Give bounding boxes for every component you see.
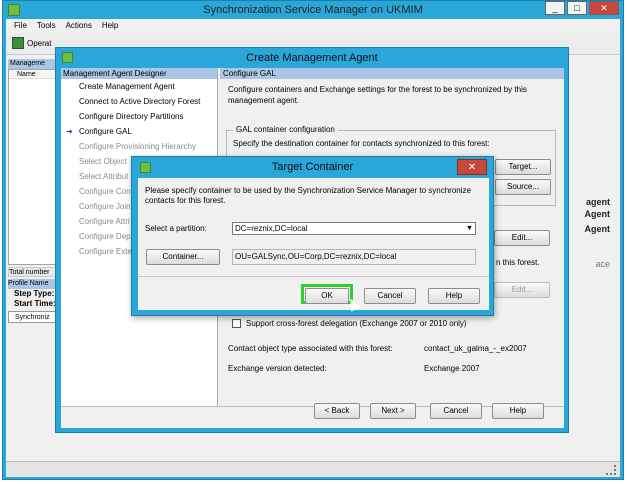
nav-item-label: Select Attribut: [79, 172, 129, 181]
cross-forest-checkbox[interactable]: [232, 319, 241, 328]
edit-button-1[interactable]: Edit...: [494, 230, 550, 246]
nav-item-label: Configure GAL: [79, 127, 132, 136]
target-dialog-icon: [140, 162, 151, 173]
ok-button[interactable]: OK: [305, 288, 349, 304]
minimize-button[interactable]: _: [545, 1, 565, 15]
menu-actions[interactable]: Actions: [66, 19, 92, 33]
gal-container-group-title: GAL container configuration: [233, 125, 338, 134]
next-button[interactable]: Next >: [370, 403, 416, 419]
nav-item-label: Configure Provisioning Hierarchy: [79, 142, 196, 151]
nav-item-configure-gal[interactable]: ➜ Configure GAL: [61, 124, 217, 139]
container-field: OU=GALSync,OU=Corp,DC=reznix,DC=local: [232, 249, 476, 265]
maximize-button[interactable]: □: [567, 1, 587, 15]
menu-tools[interactable]: Tools: [37, 19, 56, 33]
menu-bar: File Tools Actions Help: [6, 19, 620, 33]
chevron-down-icon[interactable]: ▼: [465, 224, 474, 233]
operations-button[interactable]: Operat: [12, 37, 51, 49]
menu-file[interactable]: File: [14, 19, 27, 33]
nav-item-label: Configure Join: [79, 202, 131, 211]
close-icon[interactable]: ✕: [457, 159, 487, 175]
contact-type-label: Contact object type associated with this…: [228, 344, 393, 353]
partition-value: DC=reznix,DC=local: [235, 224, 308, 233]
cma-dialog-icon: [62, 52, 73, 63]
operations-icon: [12, 37, 24, 49]
back-button[interactable]: < Back: [314, 403, 360, 419]
exchange-version-value: Exchange 2007: [424, 364, 480, 373]
nav-item-connect-ad[interactable]: Connect to Active Directory Forest: [61, 94, 217, 109]
target-cancel-button[interactable]: Cancel: [364, 288, 416, 304]
cancel-button[interactable]: Cancel: [430, 403, 482, 419]
gal-container-instructions: Specify the destination container for co…: [233, 139, 490, 148]
bg-ace-text: ace: [595, 259, 610, 269]
configure-gal-description: Configure containers and Exchange settin…: [228, 85, 527, 105]
main-window-title: Synchronization Service Manager on UKMIM: [203, 4, 423, 16]
nav-item-provisioning-hierarchy: Configure Provisioning Hierarchy: [61, 139, 217, 154]
resize-grip[interactable]: [606, 465, 616, 475]
target-button[interactable]: Target...: [495, 159, 551, 175]
partition-label: Select a partition:: [145, 224, 207, 233]
cma-dialog-title: Create Management Agent: [246, 52, 378, 64]
operations-label: Operat: [27, 38, 52, 48]
cross-forest-label: Support cross-forest delegation (Exchang…: [246, 319, 467, 328]
configure-gal-header: Configure GAL: [220, 68, 564, 79]
partial-forest-text: n this forest.: [496, 258, 540, 267]
mouse-cursor-icon: [345, 296, 361, 312]
current-step-arrow-icon: ➜: [66, 127, 73, 136]
bg-agent-text: agent: [585, 197, 610, 207]
target-instructions: Please specify container to be used by t…: [145, 186, 471, 205]
source-button[interactable]: Source...: [495, 179, 551, 195]
nav-item-label: Configure Attri: [79, 217, 130, 226]
button-row-separator: [61, 406, 564, 407]
contact-type-value: contact_uk_galma_-_ex2007: [424, 344, 527, 353]
nav-item-label: Connect to Active Directory Forest: [79, 97, 201, 106]
target-container-dialog: Target Container ✕ Please specify contai…: [131, 156, 494, 316]
nav-item-label: Configure Conn: [79, 187, 136, 196]
nav-item-directory-partitions[interactable]: Configure Directory Partitions: [61, 109, 217, 124]
window-controls: _ □ ✕: [545, 1, 619, 15]
partition-select[interactable]: DC=reznix,DC=local ▼: [232, 222, 476, 235]
target-dialog-body: Please specify container to be used by t…: [138, 178, 489, 312]
menu-help[interactable]: Help: [102, 19, 118, 33]
nav-item-label: Configure Directory Partitions: [79, 112, 184, 121]
container-button[interactable]: Container...: [146, 249, 220, 265]
nav-item-label: Create Management Agent: [79, 82, 175, 91]
close-button[interactable]: ✕: [589, 1, 619, 15]
exchange-version-label: Exchange version detected:: [228, 364, 327, 373]
nav-item-label: Configure Depr: [79, 232, 134, 241]
bg-agent-text-3: Agent: [584, 224, 611, 234]
status-bar: [6, 461, 620, 477]
nav-item-label: Configure Exte: [79, 247, 132, 256]
nav-item-label: Select Object: [79, 157, 127, 166]
nav-item-create-ma[interactable]: Create Management Agent: [61, 79, 217, 94]
target-help-button[interactable]: Help: [428, 288, 480, 304]
designer-nav-header: Management Agent Designer: [61, 68, 217, 79]
target-dialog-separator: [138, 276, 489, 277]
bg-agent-text-2: Agent: [584, 209, 611, 219]
edit-button-2: Edit...: [494, 282, 550, 298]
target-dialog-title: Target Container: [271, 161, 354, 173]
help-button[interactable]: Help: [492, 403, 544, 419]
